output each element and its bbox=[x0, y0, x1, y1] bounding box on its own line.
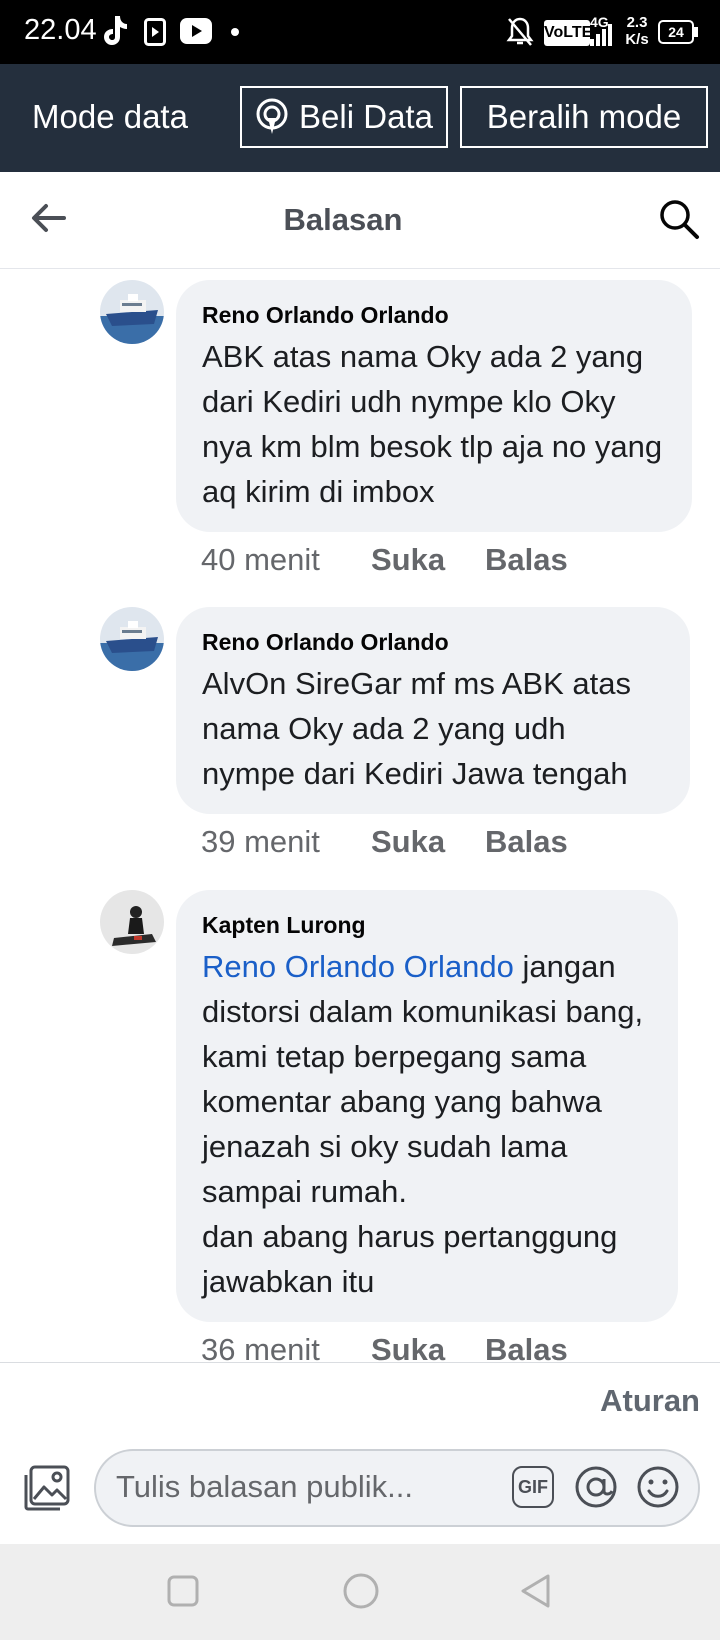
at-mention-icon[interactable] bbox=[574, 1465, 618, 1509]
home-icon[interactable] bbox=[342, 1572, 380, 1610]
reply-composer: Aturan Tulis balasan publik... GIF bbox=[0, 1362, 720, 1545]
reply-input[interactable]: Tulis balasan publik... GIF bbox=[94, 1449, 700, 1527]
notification-dot-icon bbox=[231, 28, 239, 36]
page-header: Balasan bbox=[0, 172, 720, 269]
like-button[interactable]: Suka bbox=[371, 542, 445, 578]
youtube-icon bbox=[180, 18, 212, 44]
status-bar: 22.04 VoLTE 4G 2.3 K/s 24 bbox=[0, 0, 720, 64]
comment-actions: 40 menit Suka Balas bbox=[201, 542, 681, 582]
comment-text-part: dan abang harus pertanggung jawabkan itu bbox=[202, 1219, 618, 1299]
comment-time: 39 menit bbox=[201, 824, 320, 859]
battery-indicator: 24 bbox=[658, 20, 694, 44]
ship-avatar-image bbox=[100, 280, 164, 344]
media-app-icon bbox=[144, 18, 166, 46]
comment-author[interactable]: Reno Orlando Orlando bbox=[202, 627, 664, 657]
rider-avatar-image bbox=[100, 890, 164, 954]
net-speed: 2.3 K/s bbox=[625, 14, 649, 48]
emoji-icon[interactable] bbox=[636, 1465, 680, 1509]
reply-button[interactable]: Balas bbox=[485, 542, 568, 578]
comment-author[interactable]: Reno Orlando Orlando bbox=[202, 300, 666, 330]
comment-text: Reno Orlando Orlando jangan distorsi dal… bbox=[202, 944, 652, 1304]
gif-button[interactable]: GIF bbox=[512, 1466, 554, 1508]
comment-text: ABK atas nama Oky ada 2 yang dari Kediri… bbox=[202, 339, 663, 509]
tiktok-icon bbox=[104, 16, 127, 45]
switch-mode-label: Beralih mode bbox=[486, 98, 682, 135]
comment-bubble: Reno Orlando Orlando AlvOn SireGar mf ms… bbox=[176, 607, 690, 814]
ship-avatar-image bbox=[100, 607, 164, 671]
comment-text: AlvOn SireGar mf ms ABK atas nama Oky ad… bbox=[202, 666, 631, 791]
comment-author[interactable]: Kapten Lurong bbox=[202, 910, 652, 940]
like-button[interactable]: Suka bbox=[371, 824, 445, 860]
switch-mode-button[interactable]: Beralih mode bbox=[460, 86, 708, 148]
data-mode-label: Mode data bbox=[32, 98, 188, 135]
buy-data-button[interactable]: Beli Data bbox=[240, 86, 448, 148]
mute-icon bbox=[506, 17, 534, 46]
mention-link[interactable]: Reno Orlando Orlando bbox=[202, 949, 514, 984]
comment-text-part: jangan distorsi dalam komunikasi bang, k… bbox=[202, 949, 644, 1209]
comment-bubble: Kapten Lurong Reno Orlando Orlando janga… bbox=[176, 890, 678, 1322]
photo-icon[interactable] bbox=[22, 1463, 72, 1513]
page-title: Balasan bbox=[283, 202, 403, 237]
avatar[interactable] bbox=[100, 280, 164, 344]
comment-actions: 39 menit Suka Balas bbox=[201, 824, 681, 864]
comment-time: 40 menit bbox=[201, 542, 320, 577]
buy-data-label: Beli Data bbox=[299, 98, 433, 135]
recent-apps-icon[interactable] bbox=[166, 1574, 200, 1608]
status-time: 22.04 bbox=[24, 14, 97, 46]
comment-bubble: Reno Orlando Orlando ABK atas nama Oky a… bbox=[176, 280, 692, 532]
signal-icon bbox=[590, 24, 612, 46]
rules-link[interactable]: Aturan bbox=[600, 1383, 700, 1419]
avatar[interactable] bbox=[100, 890, 164, 954]
avatar[interactable] bbox=[100, 607, 164, 671]
battery-tip bbox=[694, 27, 698, 37]
system-nav-bar bbox=[0, 1544, 720, 1640]
data-mode-bar: Mode data Beli Data Beralih mode bbox=[0, 64, 720, 172]
broadcast-icon bbox=[256, 98, 288, 134]
reply-button[interactable]: Balas bbox=[485, 824, 568, 860]
back-nav-icon[interactable] bbox=[518, 1572, 552, 1610]
search-icon[interactable] bbox=[658, 198, 700, 240]
volte-badge: VoLTE bbox=[544, 20, 592, 46]
reply-placeholder: Tulis balasan publik... bbox=[116, 1469, 413, 1504]
